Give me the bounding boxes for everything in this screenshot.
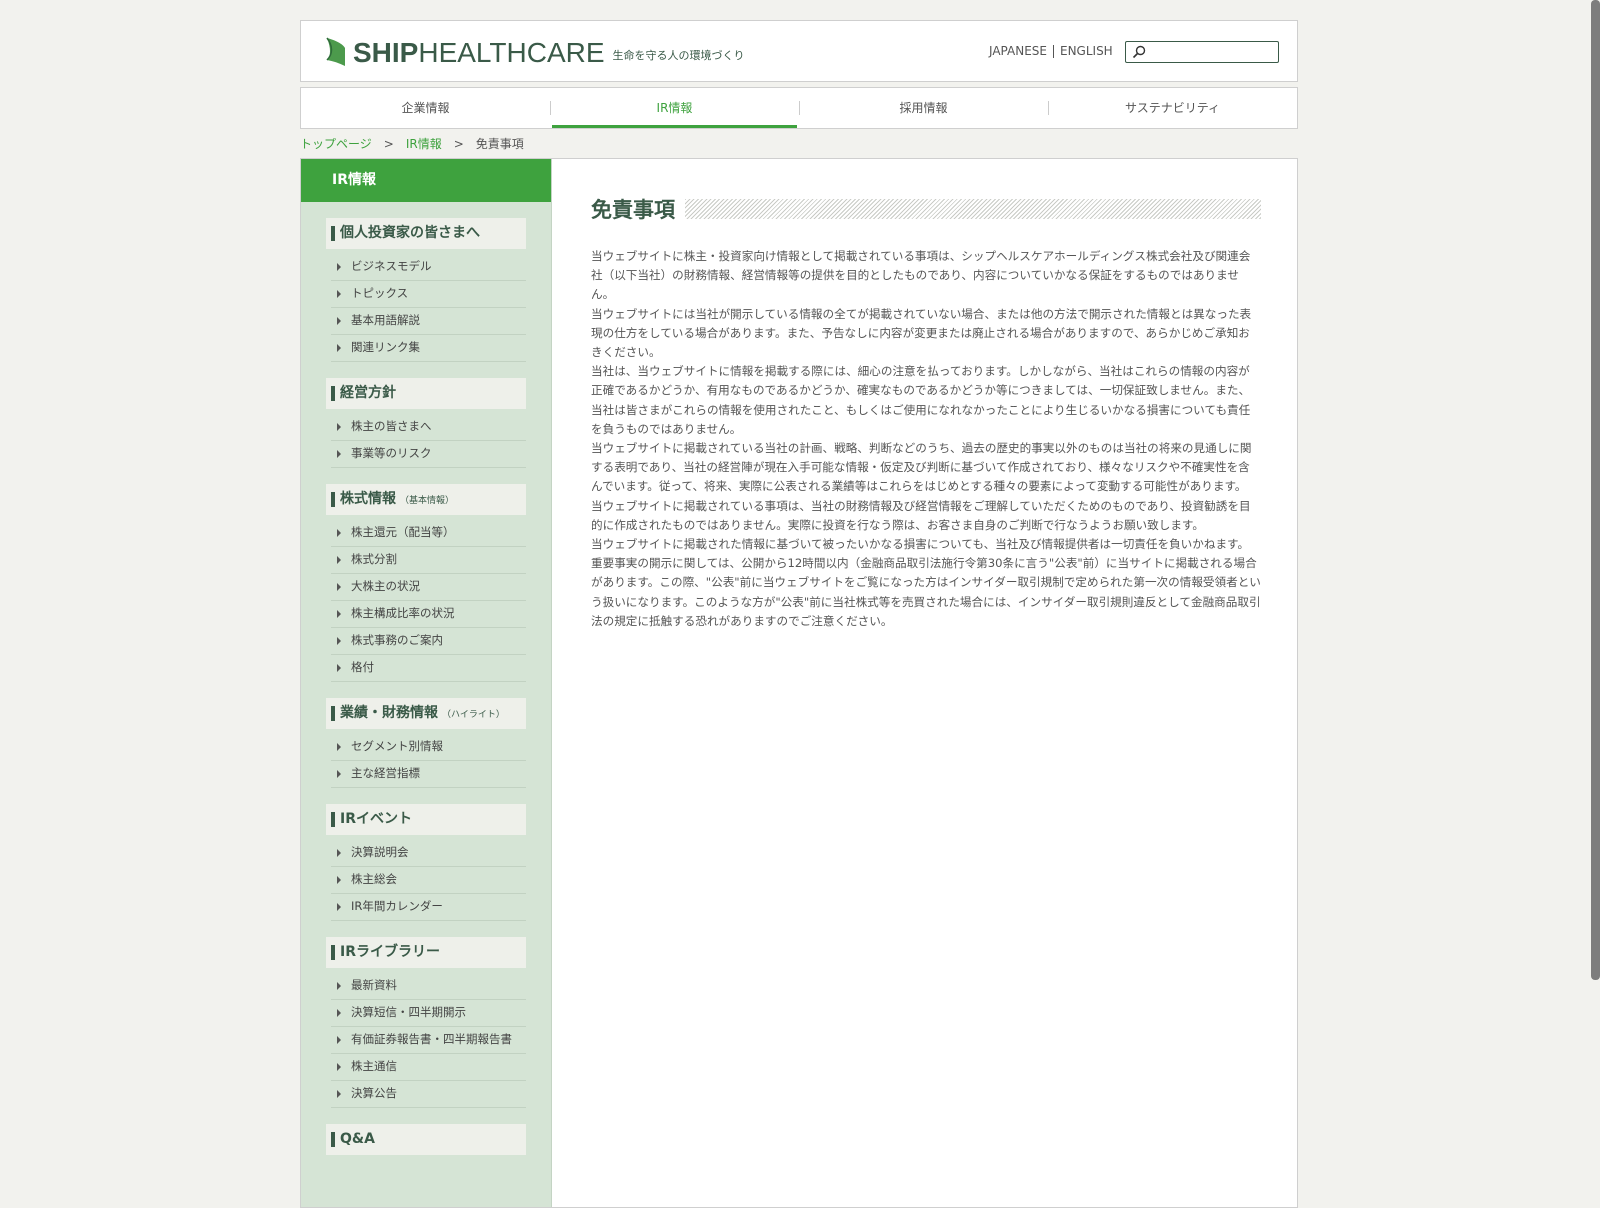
sidebar-link[interactable]: 最新資料 [331,973,526,1000]
sidebar-link[interactable]: 決算説明会 [331,840,526,867]
sidebar-section-title-text: 個人投資家の皆さまへ [340,225,480,241]
site-logo[interactable]: SHIPHEALTHCARE 生命を守る人の環境づくり [325,35,745,71]
sidebar-section-title-text: IRイベント [340,811,412,827]
sidebar-link[interactable]: 基本用語解説 [331,308,526,335]
nav-item-recruit[interactable]: 採用情報 [799,88,1048,128]
breadcrumb-separator: > [383,136,394,151]
title-hatch-decoration [685,199,1261,219]
sidebar-section-note: （基本情報） [400,496,455,506]
disclaimer-paragraph: 重要事実の開示に関しては、公開から12時間以内（金融商品取引法施行令第30条に言… [591,556,1261,628]
sidebar-section: 株式情報 （基本情報） 株主還元（配当等） 株式分割 大株主の状況 株主構成比率の状況 株式… [326,484,526,682]
nav-item-company[interactable]: 企業情報 [301,88,550,128]
disclaimer-text: 当ウェブサイトに株主・投資家向け情報として掲載されている事項は、シップヘルスケア… [591,247,1261,631]
nav-item-ir[interactable]: IR情報 [550,88,799,128]
sidebar-section: Q&A [326,1124,526,1155]
logo-light: HEALTHCARE [418,37,605,68]
sidebar-section: 個人投資家の皆さまへビジネスモデル トピックス 基本用語解説 関連リンク集 [326,218,526,362]
disclaimer-paragraph: 当ウェブサイトに株主・投資家向け情報として掲載されている事項は、シップヘルスケア… [591,249,1251,302]
disclaimer-paragraph: 当社は、当ウェブサイトに情報を掲載する際には、細心の注意を払っております。しかし… [591,364,1251,436]
sidebar-link[interactable]: 事業等のリスク [331,441,526,468]
sidebar-link[interactable]: 株式分割 [331,547,526,574]
sidebar-section-title[interactable]: 株式情報 （基本情報） [326,484,526,515]
breadcrumb-home-link[interactable]: トップページ [300,135,372,152]
sidebar-section-title[interactable]: Q&A [326,1124,526,1155]
sidebar-link-list: 株主還元（配当等） 株式分割 大株主の状況 株主構成比率の状況 株式事務のご案内 格付 [326,520,526,682]
tagline: 生命を守る人の環境づくり [612,49,745,62]
sidebar-section-title-text: 株式情報 [340,491,396,507]
page-title: 免責事項 [591,197,675,222]
lang-divider [1052,44,1054,58]
site-header: SHIPHEALTHCARE 生命を守る人の環境づくり JAPANESE ENG… [300,20,1298,82]
sidebar-link[interactable]: 株主の皆さまへ [331,414,526,441]
lang-english-link[interactable]: ENGLISH [1060,44,1113,58]
sidebar-section-note: （ハイライト） [442,710,505,720]
main-container: IR情報 個人投資家の皆さまへビジネスモデル トピックス 基本用語解説 関連リンク集経… [300,158,1298,1208]
sidebar-link[interactable]: 株主総会 [331,867,526,894]
sidebar-section-title[interactable]: IRライブラリー [326,937,526,968]
sidebar-link[interactable]: トピックス [331,281,526,308]
sidebar-section: IRライブラリー最新資料 決算短信・四半期開示 有価証券報告書・四半期報告書 株主通信… [326,937,526,1108]
sidebar-link-list: セグメント別情報 主な経営指標 [326,734,526,788]
sidebar-section-title-text: 業績・財務情報 [340,705,438,721]
sidebar-link[interactable]: 格付 [331,655,526,682]
breadcrumb-current: 免責事項 [475,137,524,151]
sidebar-link[interactable]: ビジネスモデル [331,254,526,281]
sidebar-section-title[interactable]: 個人投資家の皆さまへ [326,218,526,249]
search-box[interactable] [1125,41,1279,63]
sidebar-section: 経営方針株主の皆さまへ 事業等のリスク [326,378,526,468]
main-content: 免責事項 当ウェブサイトに株主・投資家向け情報として掲載されている事項は、シップ… [591,195,1261,631]
sidebar-link[interactable]: 主な経営指標 [331,761,526,788]
logo-mark-icon [326,37,345,66]
sidebar-link-list: ビジネスモデル トピックス 基本用語解説 関連リンク集 [326,254,526,362]
sidebar-link[interactable]: 株主構成比率の状況 [331,601,526,628]
sidebar-section-title[interactable]: IRイベント [326,804,526,835]
sidebar-section-title-text: Q&A [340,1131,375,1147]
sidebar-link[interactable]: 株式事務のご案内 [331,628,526,655]
breadcrumb-ir-link[interactable]: IR情報 [406,135,442,152]
breadcrumb: トップページ > IR情報 > 免責事項 [300,135,524,152]
sidebar: IR情報 個人投資家の皆さまへビジネスモデル トピックス 基本用語解説 関連リンク集経… [301,159,552,1207]
sidebar-link[interactable]: 決算公告 [331,1081,526,1108]
sidebar-sections: 個人投資家の皆さまへビジネスモデル トピックス 基本用語解説 関連リンク集経営方針株主… [301,218,551,1155]
breadcrumb-separator: > [453,136,464,151]
global-nav: 企業情報 IR情報 採用情報 サステナビリティ [300,87,1298,129]
sidebar-link[interactable]: セグメント別情報 [331,734,526,761]
sidebar-link[interactable]: 大株主の状況 [331,574,526,601]
page-title-row: 免責事項 [591,195,1261,223]
disclaimer-paragraph: 当ウェブサイトに掲載された情報に基づいて被ったいかなる損害についても、当社及び情… [591,537,1250,552]
sidebar-section: IRイベント決算説明会 株主総会 IR年間カレンダー [326,804,526,921]
scrollbar-thumb[interactable] [1591,0,1600,980]
sidebar-link-list: 最新資料 決算短信・四半期開示 有価証券報告書・四半期報告書 株主通信 決算公告 [326,973,526,1108]
sidebar-link[interactable]: 有価証券報告書・四半期報告書 [331,1027,526,1054]
search-input[interactable] [1152,44,1276,62]
sidebar-link-list: 決算説明会 株主総会 IR年間カレンダー [326,840,526,921]
sidebar-link[interactable]: 関連リンク集 [331,335,526,362]
nav-item-sustainability[interactable]: サステナビリティ [1048,88,1297,128]
sidebar-section: 業績・財務情報 （ハイライト） セグメント別情報 主な経営指標 [326,698,526,788]
disclaimer-paragraph: 当ウェブサイトに掲載されている事項は、当社の財務情報及び経営情報をご理解していた… [591,498,1251,532]
search-icon[interactable] [1132,45,1146,59]
sidebar-link[interactable]: 決算短信・四半期開示 [331,1000,526,1027]
sidebar-link[interactable]: IR年間カレンダー [331,894,526,921]
lang-japanese-link[interactable]: JAPANESE [989,44,1047,58]
language-switch: JAPANESE ENGLISH [989,44,1113,58]
sidebar-section-title-text: IRライブラリー [340,944,440,960]
logo-wordmark: SHIPHEALTHCARE [353,36,605,70]
sidebar-section-title[interactable]: 経営方針 [326,378,526,409]
sidebar-heading[interactable]: IR情報 [301,159,551,202]
sidebar-section-title-text: 経営方針 [340,385,396,401]
sidebar-link[interactable]: 株主通信 [331,1054,526,1081]
sidebar-link[interactable]: 株主還元（配当等） [331,520,526,547]
disclaimer-paragraph: 当ウェブサイトには当社が開示している情報の全てが掲載されていない場合、または他の… [591,306,1252,360]
sidebar-section-title[interactable]: 業績・財務情報 （ハイライト） [326,698,526,729]
disclaimer-paragraph: 当ウェブサイトに掲載されている当社の計画、戦略、判断などのうち、過去の歴史的事実… [591,441,1252,494]
logo-bold: SHIP [353,37,419,68]
sidebar-link-list: 株主の皆さまへ 事業等のリスク [326,414,526,468]
